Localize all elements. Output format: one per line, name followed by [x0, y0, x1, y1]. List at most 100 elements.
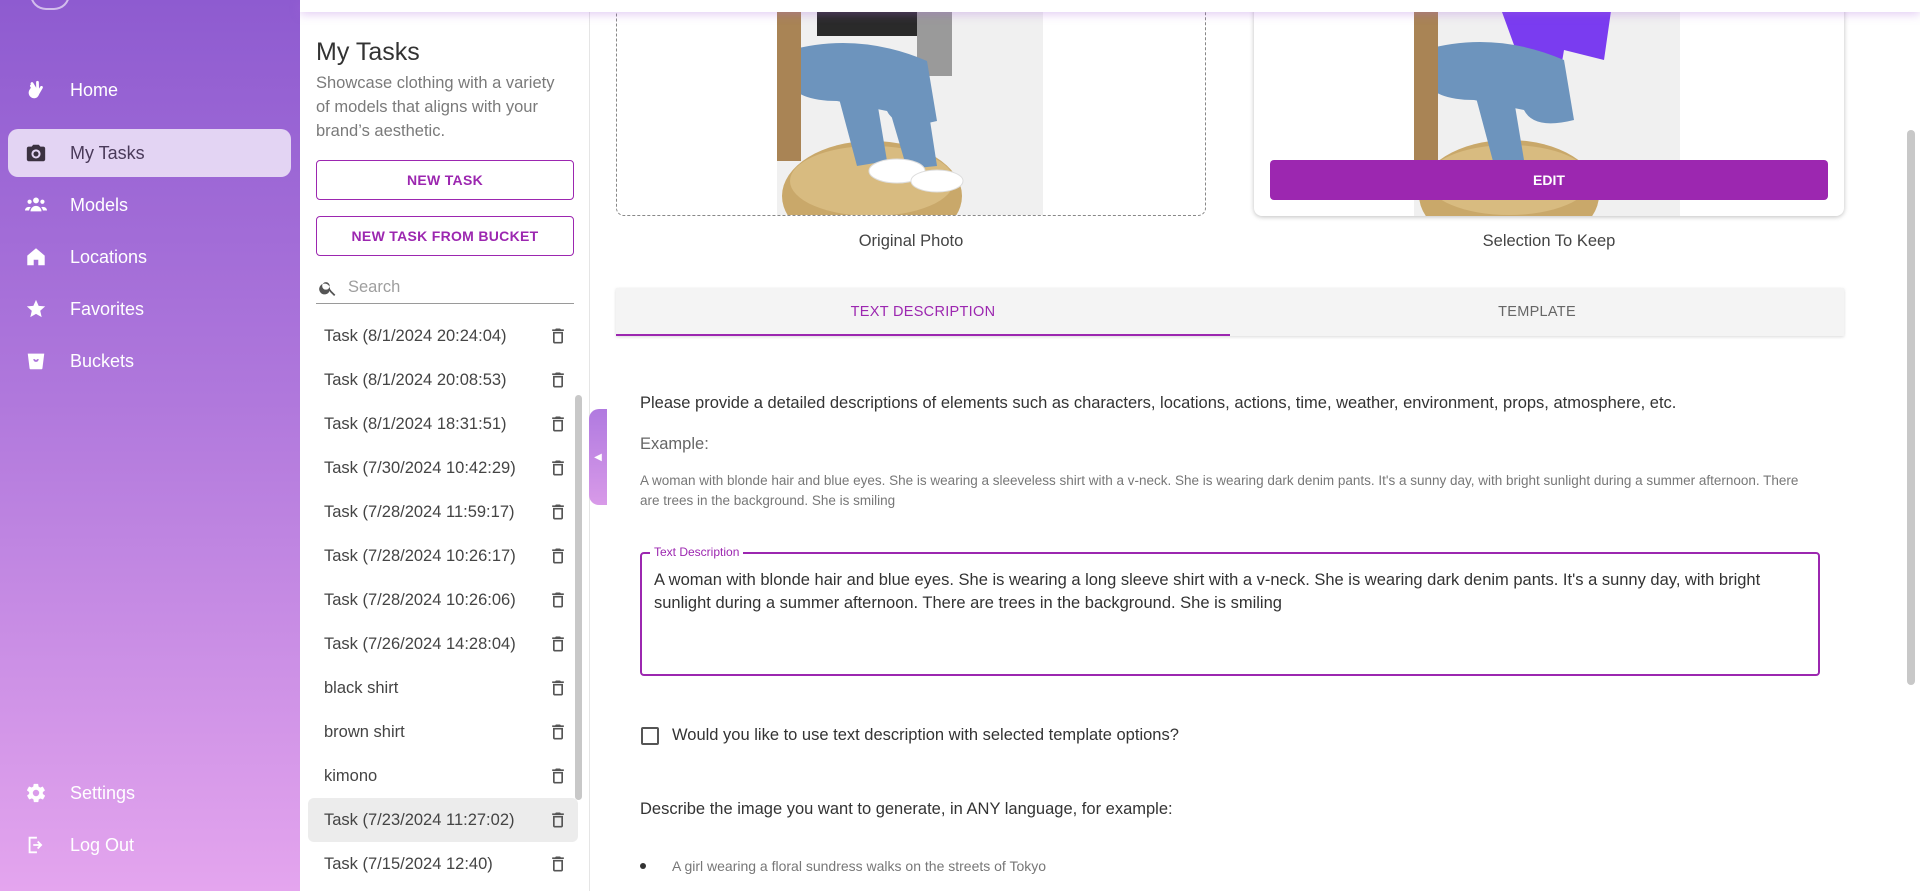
waving-hand-icon — [24, 78, 48, 102]
task-list: Task (8/1/2024 20:24:04) Task (8/1/2024 … — [308, 314, 578, 886]
nav-item-my-tasks[interactable]: My Tasks — [8, 129, 291, 177]
trash-icon[interactable] — [548, 766, 568, 786]
list-item[interactable]: Task (7/26/2024 14:28:04) — [308, 622, 578, 666]
trash-icon[interactable] — [548, 370, 568, 390]
list-item-selected[interactable]: Task (7/23/2024 11:27:02) — [308, 798, 578, 842]
trash-icon[interactable] — [548, 546, 568, 566]
task-list-scrollbar[interactable] — [575, 395, 582, 800]
nav-item-settings[interactable]: Settings — [8, 769, 291, 817]
search-icon — [319, 281, 336, 296]
nav-item-home[interactable]: Home — [8, 66, 291, 114]
tab-text-description[interactable]: TEXT DESCRIPTION — [616, 288, 1230, 336]
task-name: kimono — [324, 766, 378, 785]
star-icon — [24, 297, 48, 321]
task-name: brown shirt — [324, 722, 405, 741]
nav-item-locations[interactable]: Locations — [8, 233, 291, 281]
nav-label: My Tasks — [70, 142, 145, 163]
template-options-checkbox-label: Would you like to use text description w… — [672, 726, 1179, 744]
task-name: Task (7/15/2024 12:40) — [324, 854, 493, 873]
people-icon — [24, 193, 48, 217]
nav-item-models[interactable]: Models — [8, 181, 291, 229]
list-item[interactable]: Task (7/28/2024 10:26:17) — [308, 534, 578, 578]
trash-icon[interactable] — [548, 854, 568, 874]
brand-logo — [30, 0, 70, 10]
list-item[interactable]: brown shirt — [308, 710, 578, 754]
task-name: black shirt — [324, 678, 399, 697]
description-tabs: TEXT DESCRIPTION TEMPLATE — [616, 288, 1844, 336]
camera-icon — [24, 141, 48, 165]
new-task-button[interactable]: NEW TASK — [316, 160, 574, 200]
template-options-checkbox-row[interactable]: Would you like to use text description w… — [641, 726, 1179, 745]
list-item[interactable]: Task (7/28/2024 11:59:17) — [308, 490, 578, 534]
text-description-label: Text Description — [650, 545, 744, 559]
collapse-panel-button[interactable]: ◀ — [589, 409, 607, 505]
text-description-value[interactable]: A woman with blonde hair and blue eyes. … — [654, 569, 1804, 615]
search-placeholder: Search — [348, 278, 401, 296]
list-item[interactable]: Task (7/30/2024 10:42:29) — [308, 446, 578, 490]
list-item[interactable]: black shirt — [308, 666, 578, 710]
original-photo-card[interactable] — [616, 0, 1206, 216]
list-item[interactable]: Task (8/1/2024 20:08:53) — [308, 358, 578, 402]
list-item[interactable]: Task (7/15/2024 12:40) — [308, 842, 578, 886]
list-item[interactable]: Task (7/28/2024 10:26:06) — [308, 578, 578, 622]
task-name: Task (7/23/2024 11:27:02) — [324, 810, 515, 829]
nav-label: Home — [70, 79, 119, 100]
search-input[interactable]: Search — [316, 272, 574, 304]
task-name: Task (8/1/2024 20:08:53) — [324, 370, 507, 389]
task-name: Task (7/28/2024 11:59:17) — [324, 502, 515, 521]
task-name: Task (7/28/2024 10:26:17) — [324, 546, 516, 565]
tab-template[interactable]: TEMPLATE — [1230, 288, 1844, 336]
nav-label: Models — [70, 194, 129, 215]
left-nav: Home My Tasks Models Locations Favorites… — [0, 0, 300, 891]
nav-label: Settings — [70, 782, 136, 803]
nav-label: Locations — [70, 246, 148, 267]
example-bullet: A girl wearing a floral sundress walks o… — [640, 858, 1046, 874]
task-name: Task (7/30/2024 10:42:29) — [324, 458, 516, 477]
nav-item-favorites[interactable]: Favorites — [8, 285, 291, 333]
main-scrollbar[interactable] — [1907, 130, 1915, 685]
logout-icon — [24, 833, 48, 857]
selection-photo-card: EDIT — [1254, 0, 1844, 216]
example-bullet-text: A girl wearing a floral sundress walks o… — [672, 858, 1047, 874]
task-name: Task (8/1/2024 18:31:51) — [324, 414, 507, 433]
example-label: Example: — [640, 435, 709, 453]
nav-label: Buckets — [70, 350, 135, 371]
page-title: My Tasks — [316, 38, 420, 66]
list-item[interactable]: kimono — [308, 754, 578, 798]
new-task-from-bucket-button[interactable]: NEW TASK FROM BUCKET — [316, 216, 574, 256]
selection-photo-caption: Selection To Keep — [1482, 232, 1616, 250]
list-item[interactable]: Task (8/1/2024 20:24:04) — [308, 314, 578, 358]
trash-icon[interactable] — [548, 722, 568, 742]
describe-prompt-text: Describe the image you want to generate,… — [640, 800, 1173, 818]
nav-item-buckets[interactable]: Buckets — [8, 337, 291, 385]
trash-icon[interactable] — [548, 326, 568, 346]
trash-icon[interactable] — [548, 590, 568, 610]
trash-icon[interactable] — [548, 458, 568, 478]
trash-icon[interactable] — [548, 678, 568, 698]
nav-label: Favorites — [70, 298, 145, 319]
tasks-panel: My Tasks Showcase clothing with a variet… — [300, 0, 590, 891]
list-item[interactable]: Task (8/1/2024 18:31:51) — [308, 402, 578, 446]
template-options-checkbox[interactable] — [641, 726, 659, 745]
text-description-field[interactable]: Text Description A woman with blonde hai… — [640, 545, 1820, 676]
bucket-icon — [24, 349, 48, 373]
home-icon — [24, 245, 48, 269]
original-photo-image — [777, 0, 1043, 215]
trash-icon[interactable] — [548, 634, 568, 654]
trash-icon[interactable] — [548, 502, 568, 522]
top-bar — [300, 0, 1920, 12]
example-text: A woman with blonde hair and blue eyes. … — [640, 473, 1799, 508]
instruction-text: Please provide a detailed descriptions o… — [640, 394, 1677, 412]
task-name: Task (7/28/2024 10:26:06) — [324, 590, 516, 609]
task-name: Task (8/1/2024 20:24:04) — [324, 326, 507, 345]
edit-button[interactable]: EDIT — [1270, 160, 1828, 200]
original-photo-caption: Original Photo — [858, 232, 964, 250]
chevron-left-icon: ◀ — [594, 451, 602, 463]
task-name: Task (7/26/2024 14:28:04) — [324, 634, 516, 653]
nav-item-logout[interactable]: Log Out — [8, 821, 291, 869]
bullet-dot — [640, 863, 646, 869]
gear-icon — [24, 781, 48, 805]
page-description: Showcase clothing with a variety of mode… — [316, 74, 555, 140]
trash-icon[interactable] — [548, 810, 568, 830]
trash-icon[interactable] — [548, 414, 568, 434]
